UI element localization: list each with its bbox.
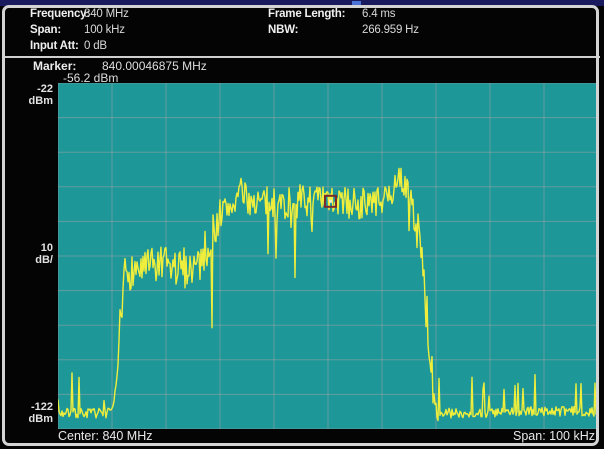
span-footer: Span: 100 kHz (513, 429, 595, 443)
frame-length-label: Frame Length: (268, 8, 345, 20)
y-axis-ref-label: -22 dBm (0, 84, 53, 107)
y-axis-bottom-label: -122 dBm (0, 402, 53, 425)
header-separator (4, 56, 600, 58)
nbw-label: NBW: (268, 24, 298, 36)
input-att-value: 0 dB (84, 40, 107, 52)
y-axis-scale-label: 10 dB/ (0, 243, 53, 266)
nbw-value: 266.959 Hz (362, 24, 419, 36)
span-label: Span: (30, 24, 61, 36)
frequency-label: Frequency: (30, 8, 90, 20)
spectrum-analyzer-screen: Frequency: 840 MHz Span: 100 kHz Input A… (0, 0, 604, 449)
top-strip-tick (352, 1, 361, 5)
frame-length-value: 6.4 ms (362, 8, 395, 20)
spectrum-plot (58, 83, 598, 429)
top-title-strip (0, 0, 604, 6)
frequency-value: 840 MHz (84, 8, 129, 20)
center-frequency-footer: Center: 840 MHz (58, 429, 152, 443)
input-att-label: Input Att: (30, 40, 79, 52)
span-value: 100 kHz (84, 24, 125, 36)
